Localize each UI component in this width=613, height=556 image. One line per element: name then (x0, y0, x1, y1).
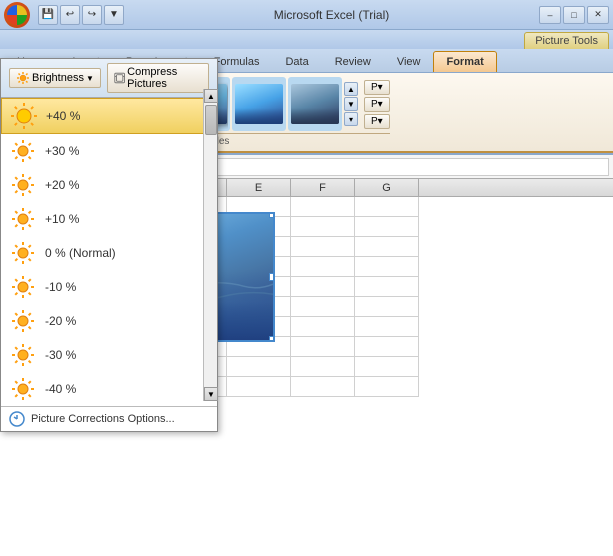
quick-access-toolbar: 💾 ↩ ↪ ▼ (38, 5, 124, 25)
picture-styles-scroll-down[interactable]: ▼ (344, 97, 358, 111)
customize-button[interactable]: ▼ (104, 5, 124, 25)
redo-button[interactable]: ↪ (82, 5, 102, 25)
brightness-item-p40[interactable]: +40 % (1, 98, 217, 134)
minimize-button[interactable]: – (539, 6, 561, 24)
cell-0-5[interactable] (355, 197, 419, 217)
brightness-label-p40: +40 % (46, 109, 80, 123)
brightness-label-m40: -40 % (45, 382, 76, 396)
cell-7-4[interactable] (291, 337, 355, 357)
maximize-button[interactable]: □ (563, 6, 585, 24)
col-header-G: G (355, 179, 419, 196)
picture-tools-tab: Picture Tools (524, 32, 609, 49)
brightness-item-p30[interactable]: +30 % (1, 134, 217, 168)
picture-effects-button[interactable]: P▾ (364, 97, 390, 112)
brightness-header: Brightness ▼ Compress Pictures (1, 59, 217, 98)
picture-styles-more[interactable]: ▾ (344, 112, 358, 126)
cell-6-4[interactable] (291, 317, 355, 337)
tab-format[interactable]: Format (433, 51, 496, 72)
title-bar: 💾 ↩ ↪ ▼ Microsoft Excel (Trial) – □ ✕ (0, 0, 613, 30)
sun-icon-m30 (9, 341, 37, 369)
cell-3-4[interactable] (291, 257, 355, 277)
picture-style-5[interactable] (232, 77, 286, 131)
title-bar-left: 💾 ↩ ↪ ▼ (4, 2, 124, 28)
compress-pictures-button[interactable]: Compress Pictures (107, 63, 209, 93)
col-header-F: F (291, 179, 355, 196)
sun-icon-m10 (9, 273, 37, 301)
picture-layout-button[interactable]: P▾ (364, 114, 390, 129)
office-button[interactable] (4, 2, 30, 28)
scrollbar-thumb[interactable] (205, 105, 217, 135)
brightness-item-m40[interactable]: -40 % (1, 372, 217, 406)
brightness-list: +40 % +30 % +20 % +10 % 0 % (Normal) -10 % -20… (1, 98, 217, 406)
brightness-button-label: Brightness (32, 72, 84, 84)
resize-handle-tr[interactable] (269, 212, 275, 218)
dropdown-scrollbar[interactable]: ▲ ▼ (203, 89, 217, 401)
sun-icon-p20 (9, 171, 37, 199)
cell-2-4[interactable] (291, 237, 355, 257)
brightness-item-p20[interactable]: +20 % (1, 168, 217, 202)
save-button[interactable]: 💾 (38, 5, 58, 25)
sun-icon-p30 (9, 137, 37, 165)
sun-icon-m20 (9, 307, 37, 335)
cell-9-5[interactable] (355, 377, 419, 397)
cell-4-5[interactable] (355, 277, 419, 297)
sun-icon-p40 (10, 102, 38, 130)
brightness-dropdown-arrow: ▼ (86, 74, 94, 83)
undo-button[interactable]: ↩ (60, 5, 80, 25)
close-button[interactable]: ✕ (587, 6, 609, 24)
brightness-item-m20[interactable]: -20 % (1, 304, 217, 338)
corrections-icon (9, 411, 25, 427)
sun-icon-normal (9, 239, 37, 267)
scrollbar-up-arrow[interactable]: ▲ (204, 89, 218, 103)
tab-review[interactable]: Review (322, 51, 384, 72)
cell-1-4[interactable] (291, 217, 355, 237)
cell-1-5[interactable] (355, 217, 419, 237)
sun-icon-m40 (9, 375, 37, 403)
brightness-item-m30[interactable]: -30 % (1, 338, 217, 372)
brightness-item-m10[interactable]: -10 % (1, 270, 217, 304)
sun-header-icon (16, 71, 30, 85)
cell-8-5[interactable] (355, 357, 419, 377)
brightness-item-normal[interactable]: 0 % (Normal) (1, 236, 217, 270)
scrollbar-down-arrow[interactable]: ▼ (204, 387, 218, 401)
cell-5-4[interactable] (291, 297, 355, 317)
cell-8-3[interactable] (227, 357, 291, 377)
brightness-label-m10: -10 % (45, 280, 76, 294)
cell-6-5[interactable] (355, 317, 419, 337)
picture-styles-scroll-up[interactable]: ▲ (344, 82, 358, 96)
resize-handle-br[interactable] (269, 336, 275, 342)
picture-border-button[interactable]: P▾ (364, 80, 390, 95)
col-header-E: E (227, 179, 291, 196)
cell-9-3[interactable] (227, 377, 291, 397)
compress-icon (114, 71, 125, 85)
picture-style-6[interactable] (288, 77, 342, 131)
brightness-header-button[interactable]: Brightness ▼ (9, 68, 101, 88)
brightness-label-normal: 0 % (Normal) (45, 246, 116, 260)
cell-0-4[interactable] (291, 197, 355, 217)
brightness-label-m30: -30 % (45, 348, 76, 362)
corrections-label: Picture Corrections Options... (31, 413, 175, 425)
brightness-label-p20: +20 % (45, 178, 79, 192)
window-controls: – □ ✕ (539, 6, 609, 24)
cell-8-4[interactable] (291, 357, 355, 377)
cell-2-5[interactable] (355, 237, 419, 257)
app-title: Microsoft Excel (Trial) (124, 8, 539, 22)
brightness-dropdown: Brightness ▼ Compress Pictures +40 % +30 … (0, 58, 218, 432)
cell-9-4[interactable] (291, 377, 355, 397)
brightness-label-p10: +10 % (45, 212, 79, 226)
cell-5-5[interactable] (355, 297, 419, 317)
compress-button-label: Compress Pictures (127, 66, 202, 90)
picture-corrections-button[interactable]: Picture Corrections Options... (1, 406, 217, 431)
cell-4-4[interactable] (291, 277, 355, 297)
sun-icon-p10 (9, 205, 37, 233)
office-logo (7, 5, 27, 25)
resize-handle-mr[interactable] (269, 273, 275, 281)
brightness-label-m20: -20 % (45, 314, 76, 328)
cell-7-5[interactable] (355, 337, 419, 357)
tab-data[interactable]: Data (272, 51, 321, 72)
tab-view[interactable]: View (384, 51, 434, 72)
brightness-label-p30: +30 % (45, 144, 79, 158)
cell-3-5[interactable] (355, 257, 419, 277)
brightness-item-p10[interactable]: +10 % (1, 202, 217, 236)
